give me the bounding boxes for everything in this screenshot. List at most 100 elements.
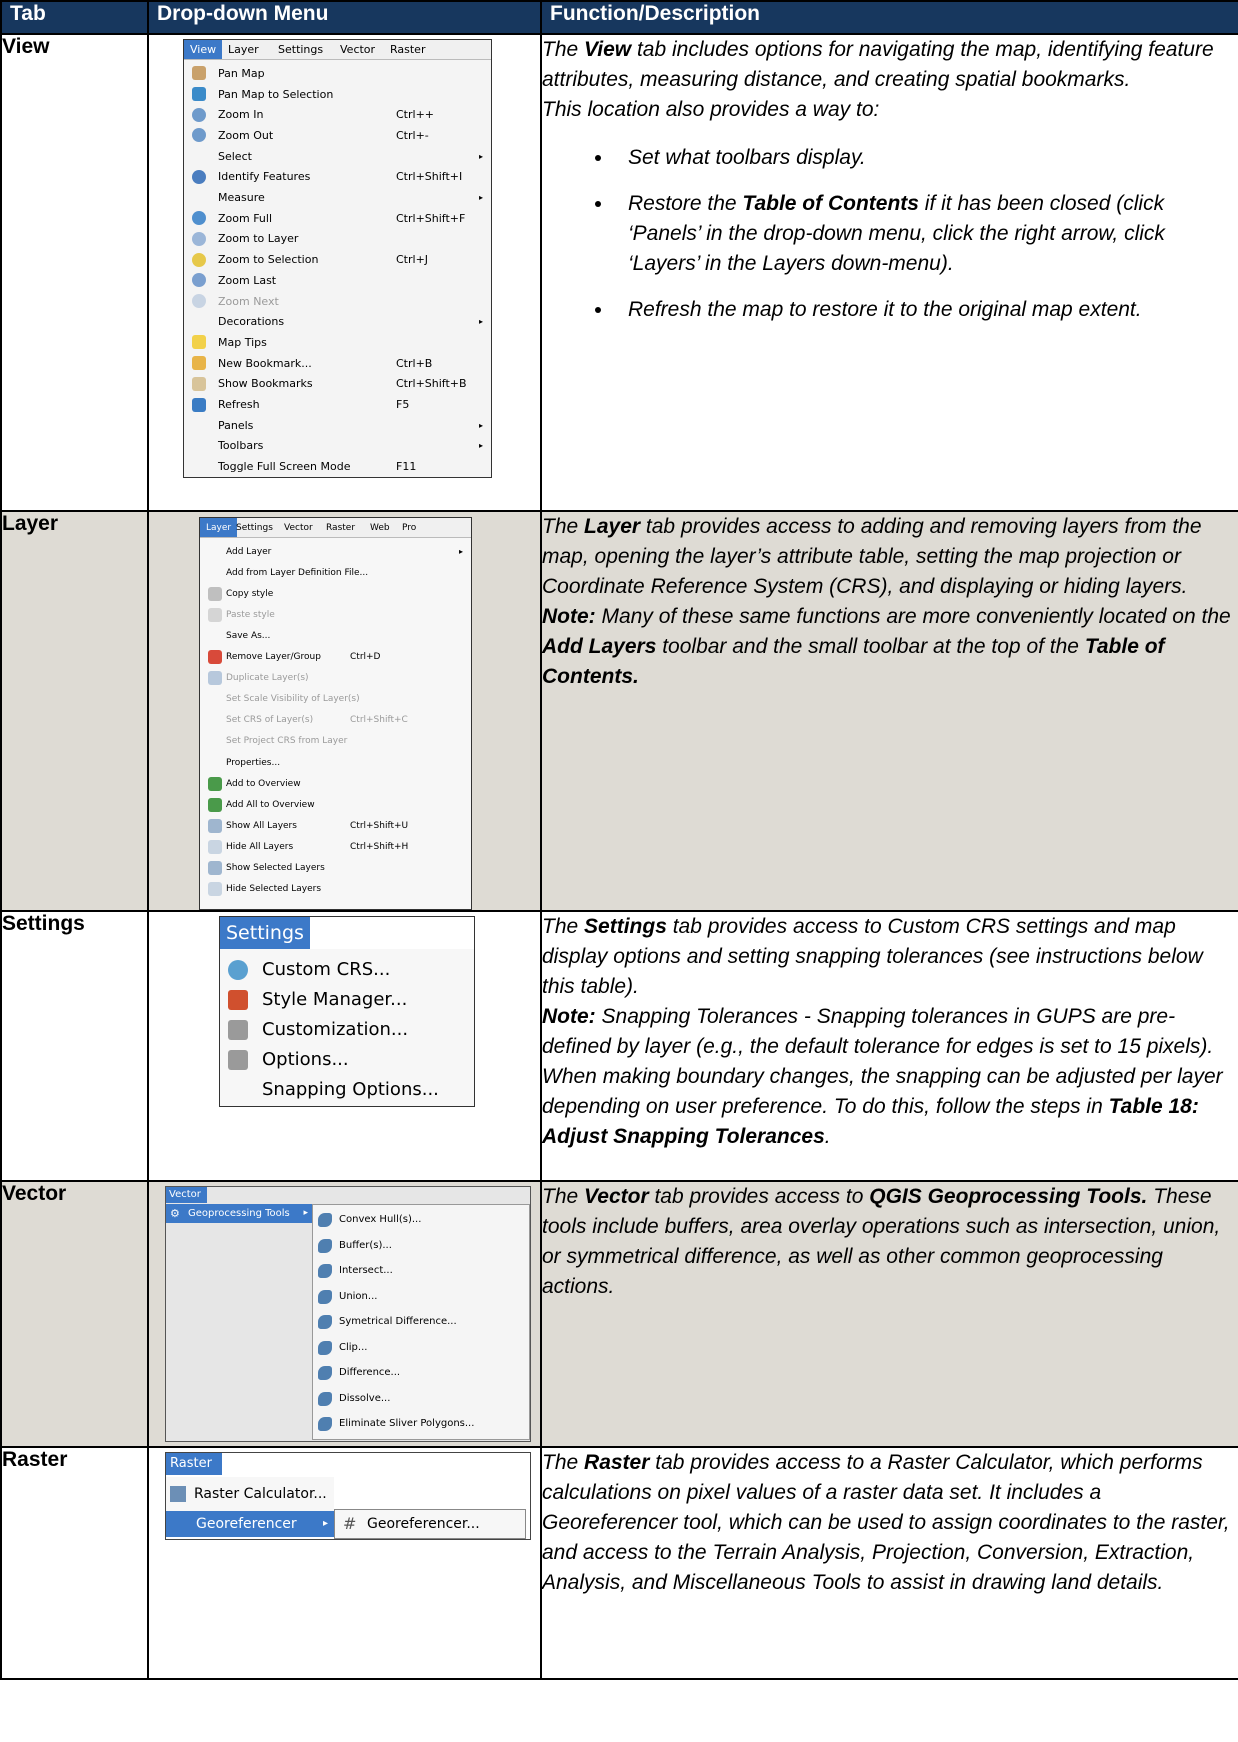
menu-item-options[interactable]: Options... [220,1045,474,1073]
menu-item-snapping-options[interactable]: Snapping Options... [220,1075,474,1103]
menu-item-zoom-in[interactable]: Zoom In Ctrl++ [184,104,491,125]
pan-selection-icon [192,87,206,102]
menu-item-label: Duplicate Layer(s) [226,673,309,684]
menu-item-label: Copy style [226,588,274,599]
menu-item-measure[interactable]: Measure ▸ [184,187,491,208]
menu-item-label: Style Manager... [262,988,408,1010]
zoom-in-icon [192,107,206,122]
menu-item-label: Zoom Last [218,273,277,287]
menu-item-set-crs-of-layer-s[interactable]: Set CRS of Layer(s) Ctrl+Shift+C [200,710,471,731]
submenu-arrow-icon: ▸ [478,420,483,430]
menu-item-copy-style[interactable]: Copy style [200,583,471,604]
layer-description: The Layer tab provides access to adding … [540,510,1238,912]
raster-calculator-item[interactable]: Raster Calculator... [166,1477,334,1511]
menu-item-duplicate-layer-s[interactable]: Duplicate Layer(s) [200,668,471,689]
menu-item-decorations[interactable]: Decorations ▸ [184,311,491,332]
menu-item-buffer-s[interactable]: Buffer(s)... [313,1234,529,1258]
menu-item-show-all-layers[interactable]: Show All Layers Ctrl+Shift+U [200,815,471,836]
menu-item-set-scale-visibility-of-layer-s[interactable]: Set Scale Visibility of Layer(s) [200,689,471,710]
menu-item-label: Georeferencer [196,1516,297,1532]
menu-item-set-project-crs-from-layer[interactable]: Set Project CRS from Layer [200,731,471,752]
menu-item-toolbars[interactable]: Toolbars ▸ [184,436,491,457]
menu-item-clip[interactable]: Clip... [313,1336,529,1360]
menu-item-convex-hull-s[interactable]: Convex Hull(s)... [313,1208,529,1232]
menu-item-hide-all-layers[interactable]: Hide All Layers Ctrl+Shift+H [200,836,471,857]
menu-item-intersect[interactable]: Intersect... [313,1259,529,1283]
menu-item-toggle-full-screen-mode[interactable]: Toggle Full Screen Mode F11 [184,456,491,477]
menu-item-add-from-layer-definition-file[interactable]: Add from Layer Definition File... [200,562,471,583]
menu-item-save-as[interactable]: Save As... [200,625,471,646]
menu-item-zoom-to-selection[interactable]: Zoom to Selection Ctrl+J [184,249,491,270]
georeferencer-submenu-item[interactable]: # Georeferencer... [334,1509,526,1539]
menu-item-hide-selected-layers[interactable]: Hide Selected Layers [200,879,471,900]
menu-item-show-bookmarks[interactable]: Show Bookmarks Ctrl+Shift+B [184,374,491,395]
wrench-icon [228,1020,248,1040]
menu-item-dissolve[interactable]: Dissolve... [313,1387,529,1411]
menu-item-label: Show All Layers [226,820,297,831]
menu-item-symetrical-difference[interactable]: Symetrical Difference... [313,1310,529,1334]
menu-item-label: Refresh [218,398,260,412]
menu-item-custom-crs[interactable]: Custom CRS... [220,955,474,983]
menu-item-label: Zoom In [218,108,264,122]
tab-view-label: View [0,33,149,512]
menu-item-zoom-out[interactable]: Zoom Out Ctrl+- [184,125,491,146]
globe-icon [228,960,248,980]
menubar-tab-vector[interactable]: Vector [334,40,381,59]
menu-item-zoom-full[interactable]: Zoom Full Ctrl+Shift+F [184,208,491,229]
menubar-tab-raster[interactable]: Raster [320,518,361,537]
menu-item-panels[interactable]: Panels ▸ [184,415,491,436]
menu-item-zoom-last[interactable]: Zoom Last [184,270,491,291]
menu-item-pan-map[interactable]: Pan Map [184,63,491,84]
calculator-icon [170,1486,186,1502]
menu-item-union[interactable]: Union... [313,1285,529,1309]
menu-item-label: Panels [218,418,254,432]
raster-menubar-tab[interactable]: Raster [166,1453,222,1475]
submenu-arrow-icon: ▸ [322,1518,328,1529]
submenu-arrow-icon: ▸ [478,441,483,451]
menu-item-zoom-to-layer[interactable]: Zoom to Layer [184,229,491,250]
settings-menubar-tab[interactable]: Settings [220,917,310,949]
menubar-tab-raster[interactable]: Raster [384,40,431,59]
menubar-tab-vector[interactable]: Vector [278,518,319,537]
menu-item-shortcut: Ctrl+- [396,128,429,142]
paste-style-icon [208,607,222,622]
polygon-tool-icon [318,1340,332,1355]
menu-item-select[interactable]: Select ▸ [184,146,491,167]
menu-item-add-to-overview[interactable]: Add to Overview [200,773,471,794]
menu-item-add-layer[interactable]: Add Layer ▸ [200,541,471,562]
vector-menubar-tab[interactable]: Vector [166,1187,207,1203]
menu-item-label: Hide All Layers [226,841,294,852]
vector-description: The Vector tab provides access to QGIS G… [540,1180,1238,1448]
menubar-tab-web[interactable]: Web [364,518,396,537]
submenu-arrow-icon: ▸ [478,317,483,327]
refresh-icon [192,397,206,412]
geoprocessing-tools-item[interactable]: ⚙ Geoprocessing Tools ▸ [166,1204,314,1223]
polygon-tool-icon [318,1238,332,1253]
menubar-tab-view[interactable]: View [184,40,223,59]
menu-item-shortcut: Ctrl+Shift+I [396,170,463,184]
row-layer: Layer Layer Settings Vector Raster Web Pro Ad… [0,510,1238,912]
menubar-tab-settings[interactable]: Settings [230,518,279,537]
menu-item-refresh[interactable]: Refresh F5 [184,394,491,415]
menubar-tab-pro[interactable]: Pro [396,518,422,537]
menu-item-new-bookmark[interactable]: New Bookmark... Ctrl+B [184,353,491,374]
menu-item-difference[interactable]: Difference... [313,1361,529,1385]
view-description: The View tab includes options for naviga… [540,33,1238,512]
menu-item-eliminate-sliver-polygons[interactable]: Eliminate Sliver Polygons... [313,1412,529,1436]
menu-item-paste-style[interactable]: Paste style [200,604,471,625]
menu-item-style-manager[interactable]: Style Manager... [220,985,474,1013]
georeferencer-item[interactable]: Georeferencer ▸ [166,1511,334,1537]
menu-item-identify-features[interactable]: Identify Features Ctrl+Shift+I [184,167,491,188]
menu-item-pan-map-to-selection[interactable]: Pan Map to Selection [184,84,491,105]
menu-item-show-selected-layers[interactable]: Show Selected Layers [200,858,471,879]
menubar-tab-layer[interactable]: Layer [222,40,265,59]
menubar-tab-settings[interactable]: Settings [272,40,329,59]
menu-item-properties[interactable]: Properties... [200,752,471,773]
menu-item-customization[interactable]: Customization... [220,1015,474,1043]
menu-item-label: Convex Hull(s)... [339,1214,422,1225]
menu-item-remove-layer-group[interactable]: Remove Layer/Group Ctrl+D [200,647,471,668]
menu-item-zoom-next[interactable]: Zoom Next [184,291,491,312]
header-tab: Tab [0,0,149,35]
menu-item-add-all-to-overview[interactable]: Add All to Overview [200,794,471,815]
menu-item-map-tips[interactable]: Map Tips [184,332,491,353]
